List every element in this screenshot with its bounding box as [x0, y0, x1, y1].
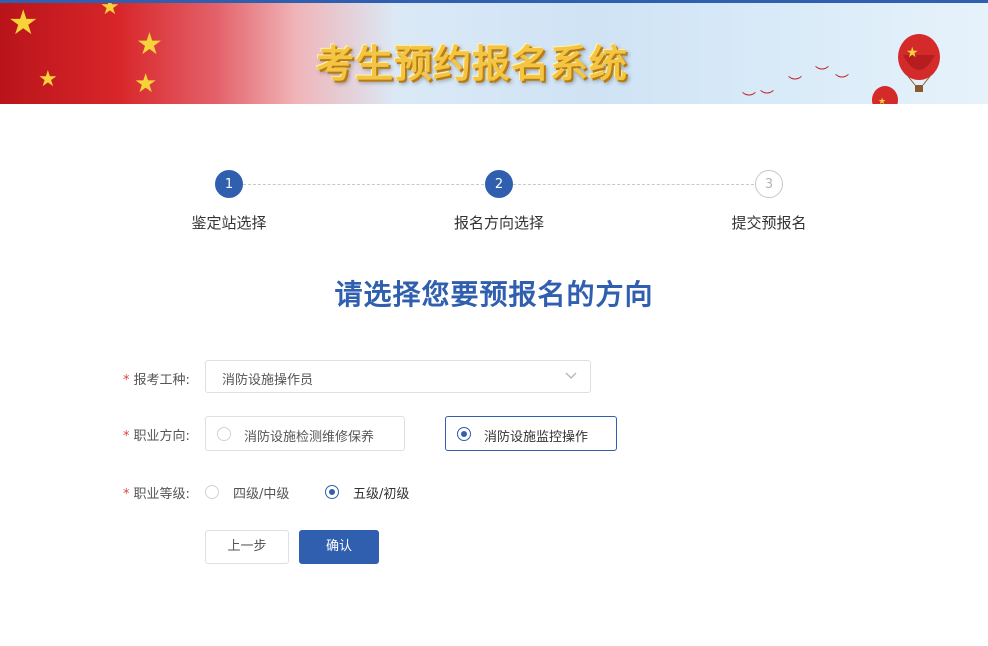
svg-text:★: ★	[906, 45, 919, 61]
level-option-label: 四级/中级	[233, 487, 290, 502]
flag-star-icon: ★	[134, 69, 158, 99]
prev-step-button[interactable]: 上一步	[205, 530, 289, 564]
chevron-down-icon	[565, 372, 577, 379]
level-label: * 职业等级:	[123, 483, 190, 502]
header-banner: ★ ★ ★ ★ ★ 考生预约报名系统 ★ ★ ︶ ︶ ︶ ︶ ︶	[0, 3, 988, 104]
radio-unchecked-icon	[217, 427, 231, 441]
svg-text:★: ★	[878, 97, 886, 104]
step-2-label: 报名方向选择	[453, 214, 545, 232]
direction-label-text: 职业方向:	[133, 429, 190, 444]
bird-icon: ︶	[815, 66, 829, 82]
direction-label: * 职业方向:	[123, 425, 190, 444]
level-option-junior[interactable]: 五级/初级	[325, 482, 425, 502]
step-connector	[243, 184, 484, 185]
bird-icon: ︶	[835, 74, 849, 90]
flag-star-icon: ★	[136, 27, 163, 62]
step-2-circle: 2	[485, 170, 513, 198]
step-1-label: 鉴定站选择	[191, 214, 267, 232]
bird-icon: ︶	[788, 76, 802, 92]
required-mark: *	[123, 429, 130, 444]
bird-icon: ︶	[760, 90, 774, 104]
level-option-intermediate[interactable]: 四级/中级	[205, 482, 305, 502]
flag-star-icon: ★	[38, 67, 58, 92]
radio-unchecked-icon	[205, 485, 219, 499]
radio-checked-icon	[457, 427, 471, 441]
radio-checked-icon	[325, 485, 339, 499]
confirm-button[interactable]: 确认	[299, 530, 379, 564]
trade-select-value: 消防设施操作员	[222, 373, 314, 388]
required-mark: *	[123, 373, 130, 388]
hot-air-balloon-icon: ★	[898, 34, 940, 92]
direction-option-label: 消防设施检测维修保养	[244, 430, 375, 445]
level-label-text: 职业等级:	[133, 487, 190, 502]
bird-icon: ︶	[742, 92, 756, 104]
flag-star-icon: ★	[100, 3, 120, 20]
step-3-circle: 3	[755, 170, 783, 198]
trade-label: * 报考工种:	[123, 369, 190, 388]
trade-select[interactable]: 消防设施操作员	[205, 360, 591, 393]
level-option-label: 五级/初级	[353, 487, 410, 502]
banner-title: 考生预约报名系统	[316, 42, 629, 86]
step-3-label: 提交预报名	[731, 214, 807, 232]
trade-label-text: 报考工种:	[133, 373, 190, 388]
direction-option-monitoring[interactable]: 消防设施监控操作	[445, 416, 617, 451]
required-mark: *	[123, 487, 130, 502]
hot-air-balloon-icon: ★	[872, 86, 898, 104]
step-1-circle: 1	[215, 170, 243, 198]
flag-star-icon: ★	[8, 3, 39, 43]
direction-option-label: 消防设施监控操作	[484, 430, 589, 445]
page-title: 请选择您要预报名的方向	[334, 278, 654, 311]
direction-option-maintenance[interactable]: 消防设施检测维修保养	[205, 416, 405, 451]
step-connector	[513, 184, 754, 185]
